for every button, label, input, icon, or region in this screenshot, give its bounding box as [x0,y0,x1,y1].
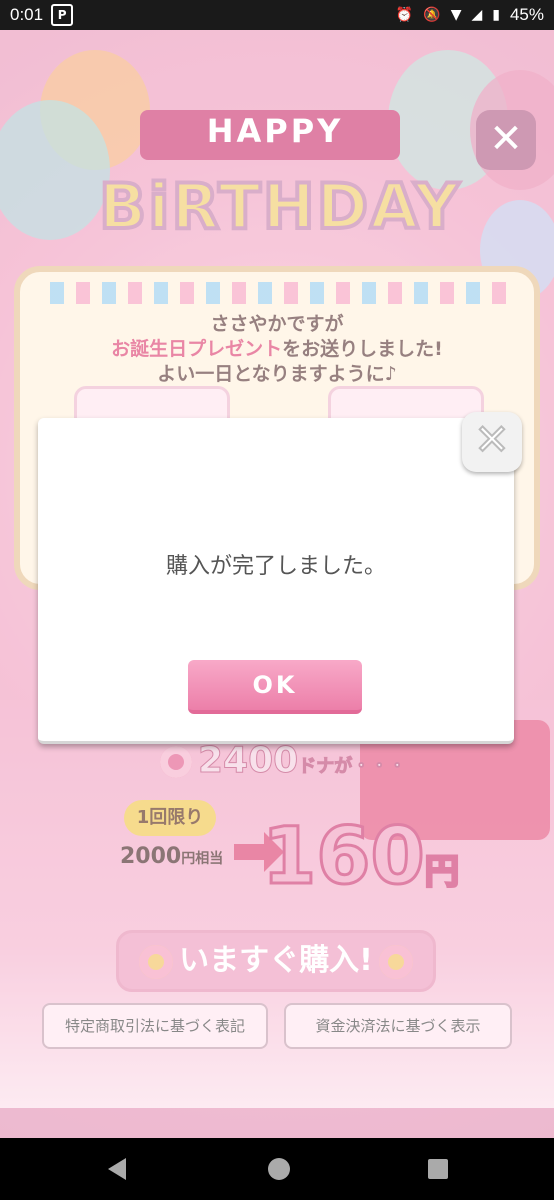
clock: 0:01 [10,5,44,24]
navigation-bar [0,1138,554,1200]
wifi-icon: ▼ [450,7,462,23]
status-icons: ⏰ 🔕 ▼ ◢ ▮ 45% [396,0,544,30]
signal-icon: ◢ [471,7,483,23]
app-notification-icon: P [51,4,74,26]
mute-icon: 🔕 [423,7,441,23]
battery-percent: 45% [509,5,544,24]
battery-icon: ▮ [492,7,500,23]
status-bar: 0:01 P ⏰ 🔕 ▼ ◢ ▮ 45% [0,0,554,30]
back-icon[interactable] [108,1158,126,1180]
dialog-message: 購入が完了しました。 [165,554,386,579]
dialog-close-icon[interactable]: ✕ [462,412,522,472]
alarm-icon: ⏰ [395,7,414,23]
recents-icon[interactable] [428,1159,448,1179]
home-icon[interactable] [268,1158,290,1180]
purchase-complete-dialog: 購入が完了しました。 OK [38,418,514,744]
ok-button[interactable]: OK [188,660,362,714]
